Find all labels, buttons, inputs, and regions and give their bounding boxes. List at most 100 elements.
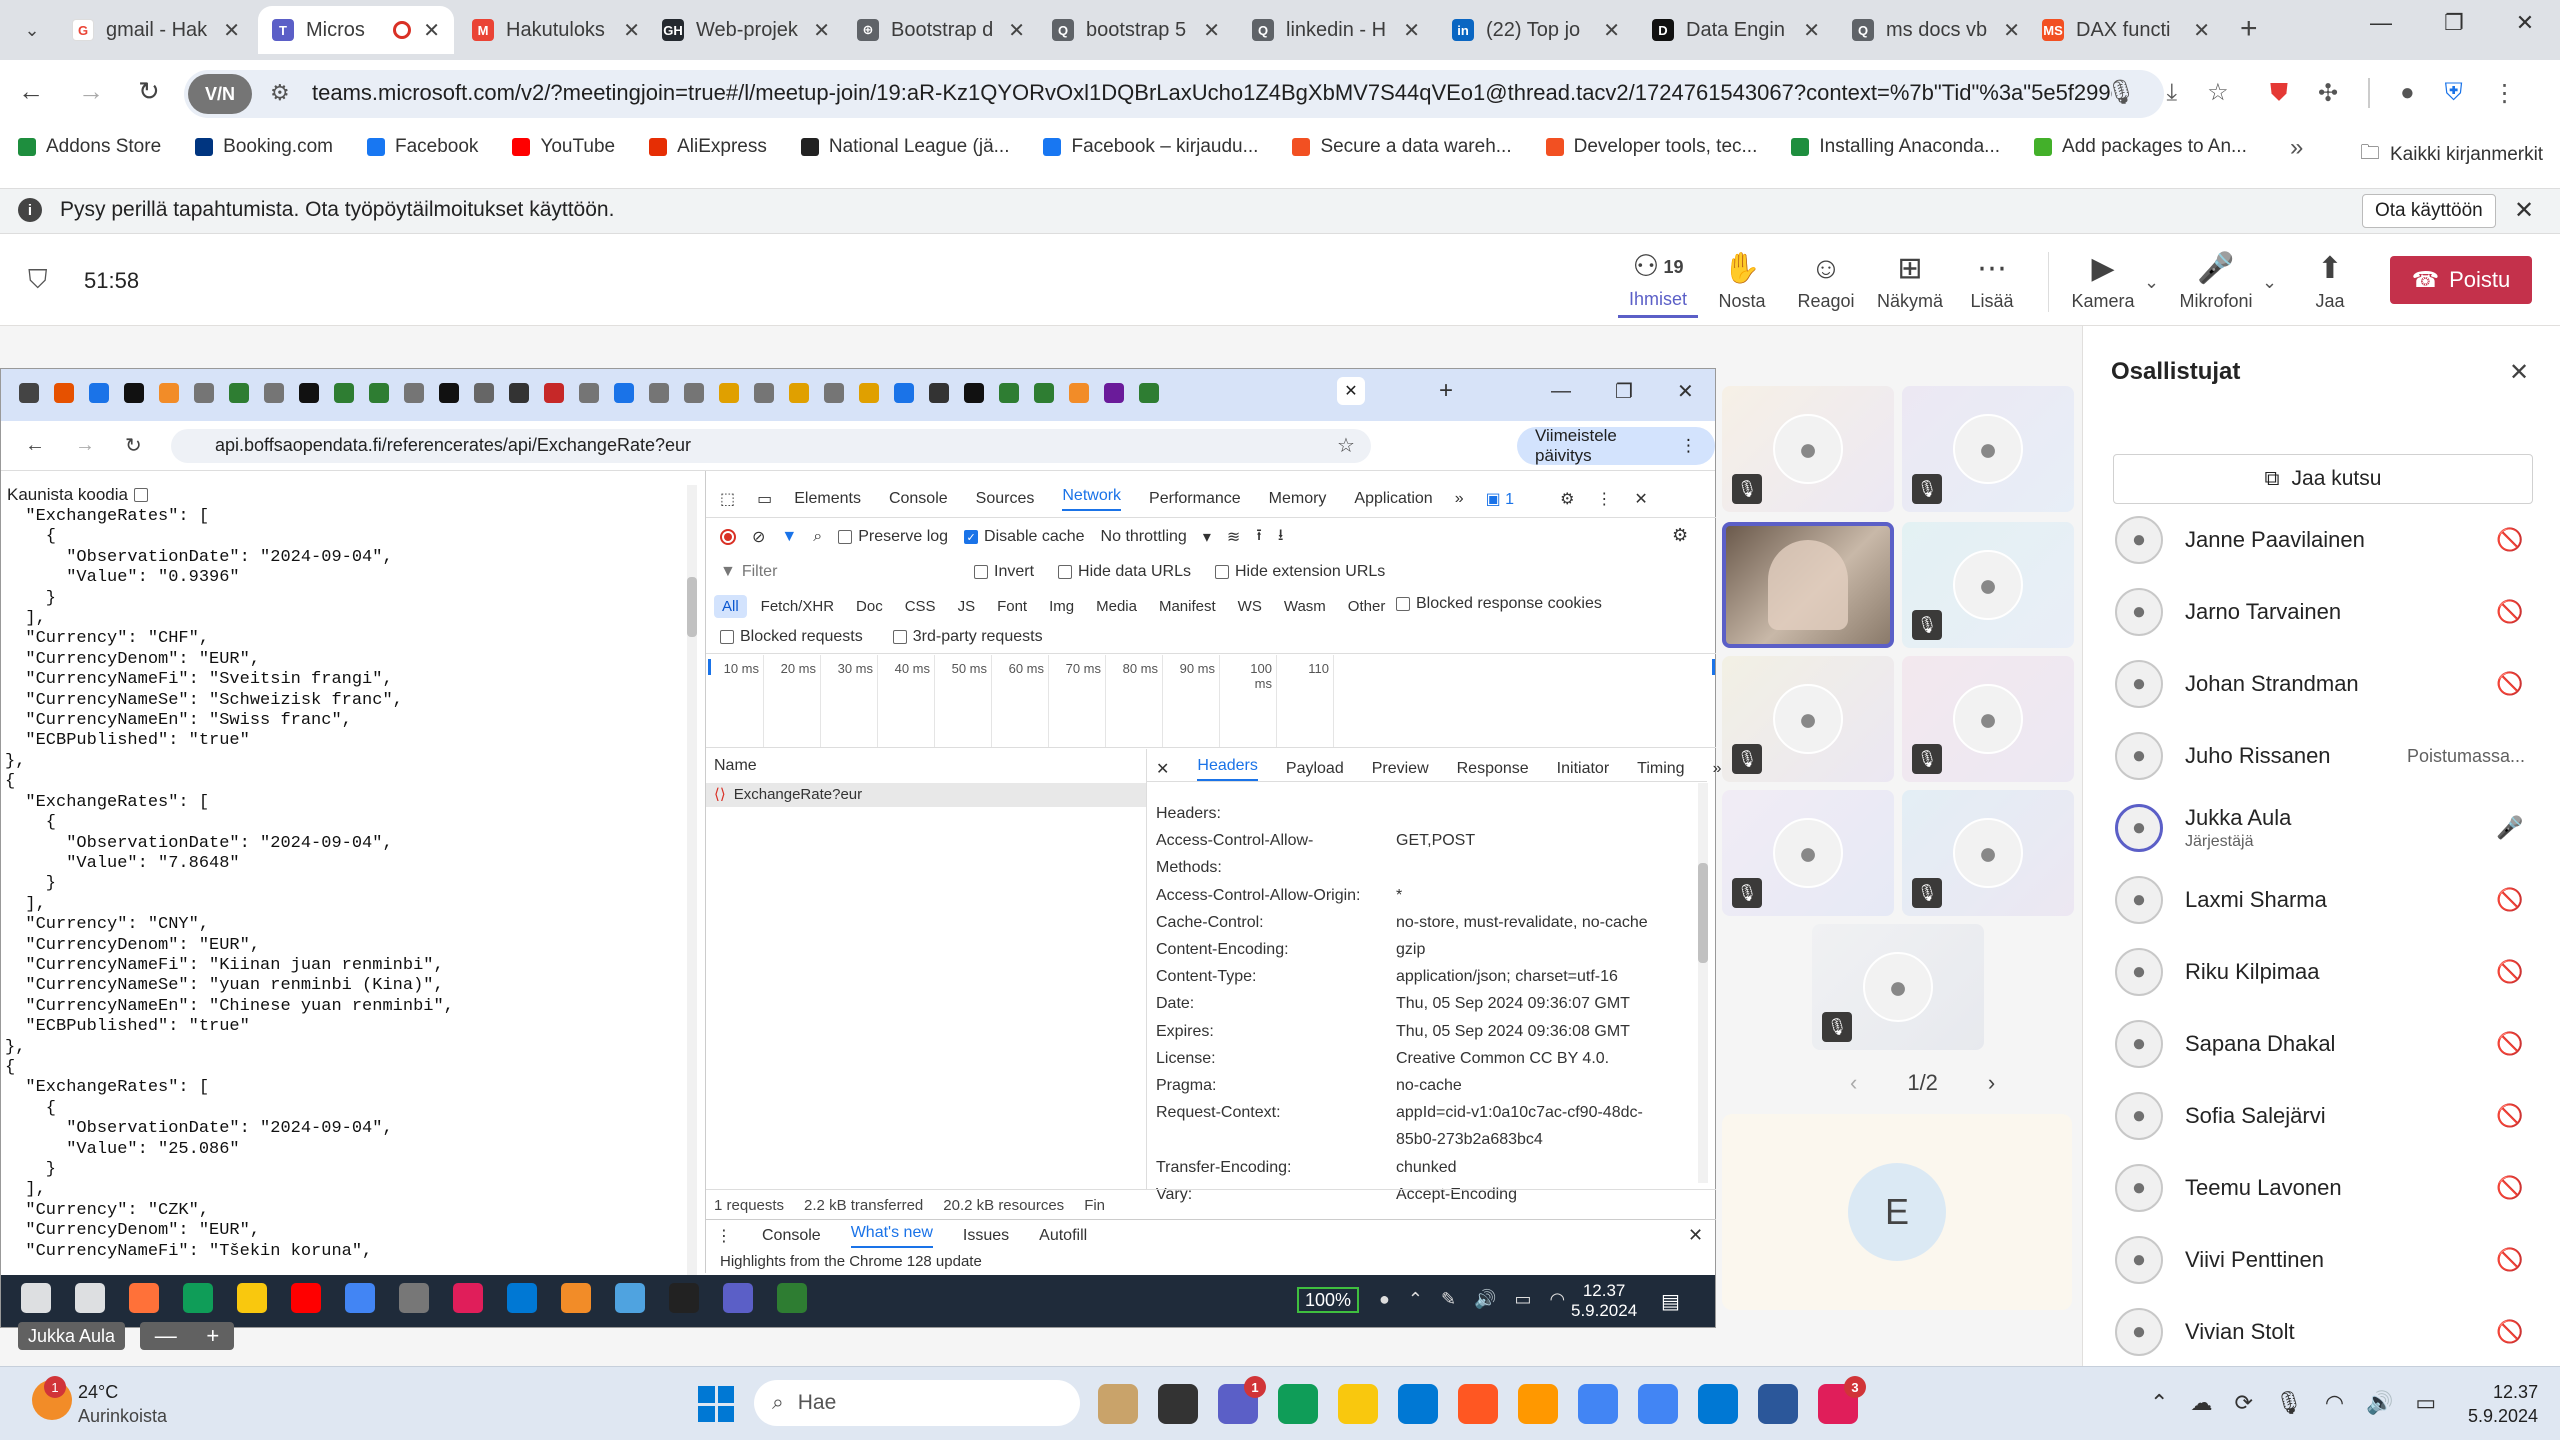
participant-row[interactable]: ● Vivian Stolt 🚫 [2115,1296,2525,1368]
slack-icon[interactable]: 3 [1818,1376,1866,1424]
bookmark-item[interactable]: National League (jä... [800,136,1009,158]
participant-row[interactable]: ● Johan Strandman 🚫 [2115,648,2525,720]
tab-search-icon[interactable]: ⌄ [18,16,46,44]
browser-tab[interactable]: D Data Engin ✕ [1638,6,1834,54]
bookmark-item[interactable]: Secure a data wareh... [1292,136,1512,158]
microphone-icon[interactable]: 🎙 [2106,78,2136,107]
wifi-icon[interactable]: ◠ [2325,1390,2344,1416]
weather-icon[interactable]: 1 [32,1376,72,1420]
browser-tab[interactable]: MS DAX functi ✕ [2028,6,2224,54]
participant-tile-e[interactable]: E [1722,1114,2072,1310]
bookmark-item[interactable]: Add packages to An... [2034,136,2247,158]
shield-extension-icon[interactable]: ⛨ [2445,79,2463,107]
edge-icon[interactable] [1278,1384,1318,1424]
tab-close-icon[interactable]: ✕ [1008,18,1025,43]
tab-close-icon[interactable]: ✕ [1403,18,1420,43]
participant-video-tile[interactable]: ● 🎙 [1902,522,2074,648]
bookmark-item[interactable]: AliExpress [649,136,767,158]
mic-options-icon[interactable]: ⌄ [2262,272,2277,293]
adblock-icon[interactable]: ⛊ [2270,79,2288,107]
participant-row[interactable]: ● Janne Paavilainen 🚫 [2115,504,2525,576]
bookmark-item[interactable]: Facebook [366,136,478,158]
browser-tab[interactable]: Qbootstrap 5 ✕ [1038,6,1234,54]
browser-tab[interactable]: ⊕ Bootstrap d ✕ [843,6,1039,54]
zoom-in-icon[interactable]: + [206,1323,219,1349]
account-icon[interactable]: ● [2400,79,2415,107]
reload-icon[interactable]: ↻ [138,76,160,107]
bookmark-item[interactable]: YouTube [512,136,615,158]
participant-video-tile[interactable]: ● 🎙 [1902,656,2074,782]
tray-mic-icon[interactable]: 🎙 [2275,1390,2303,1416]
participant-video-tile[interactable] [1722,522,1894,648]
vscode-icon[interactable] [1698,1384,1738,1424]
mic-off-icon[interactable]: 🚫 [2495,1319,2525,1345]
react-button[interactable]: ☺ Reagoi [1790,246,1862,318]
participant-row[interactable]: ● Riku Kilpimaa 🚫 [2115,936,2525,1008]
url-text[interactable]: teams.microsoft.com/v2/?meetingjoin=true… [312,80,2112,106]
taskbar-search[interactable]: ⌕ Hae [754,1380,1080,1426]
restore-icon[interactable]: ❐ [2444,10,2464,36]
volume-icon[interactable]: 🔊 [2366,1390,2393,1416]
tab-close-icon[interactable]: ✕ [423,18,440,43]
bookmark-item[interactable]: Installing Anaconda... [1791,136,2000,158]
mic-off-icon[interactable]: 🚫 [2495,671,2525,697]
onedrive-icon[interactable]: ☁ [2190,1390,2212,1416]
raise-hand-button[interactable]: ✋ Nosta [1706,246,1778,318]
menu-dots-icon[interactable]: ⋮ [2493,79,2517,108]
view-button[interactable]: ⊞ Näkymä [1874,246,1946,318]
share-invite-button[interactable]: ⧉ Jaa kutsu [2113,454,2533,504]
all-bookmarks[interactable]: 🗀 Kaikki kirjanmerkit [2360,138,2543,172]
share-button[interactable]: ⬆ Jaa [2294,246,2366,318]
prev-page-icon[interactable]: ‹ [1850,1070,1857,1096]
participant-row[interactable]: ● Juho Rissanen Poistumassa... [2115,720,2525,792]
start-icon[interactable] [698,1386,734,1422]
widgets-icon[interactable] [1098,1384,1138,1424]
camera-button[interactable]: ▶︎ Kamera [2066,246,2140,318]
tab-close-icon[interactable]: ✕ [623,18,640,43]
browser-tab[interactable]: GH Web-projek ✕ [648,6,844,54]
app-icon[interactable] [1518,1384,1558,1424]
participant-video-tile[interactable]: ● 🎙 [1722,656,1894,782]
tab-close-icon[interactable]: ✕ [2193,18,2210,43]
store-icon[interactable] [1398,1384,1438,1424]
mic-off-icon[interactable]: 🚫 [2495,1247,2525,1273]
bookmark-item[interactable]: Facebook – kirjaudu... [1043,136,1258,158]
close-window-icon[interactable]: ✕ [2516,10,2534,36]
tab-close-icon[interactable]: ✕ [2003,18,2020,43]
tab-close-icon[interactable]: ✕ [1203,18,1220,43]
participant-video-tile[interactable]: ● 🎙 [1722,790,1894,916]
mic-on-icon[interactable]: 🎤 [2495,815,2525,841]
participant-row[interactable]: ● Teemu Lavonen 🚫 [2115,1152,2525,1224]
people-button[interactable]: ⚇ 19 Ihmiset [1618,246,1698,318]
chrome-dev-icon[interactable] [1578,1384,1618,1424]
next-page-icon[interactable]: › [1988,1070,1995,1096]
clock[interactable]: 12.37 5.9.2024 [2468,1380,2538,1428]
browser-tab[interactable]: Qlinkedin - H ✕ [1238,6,1434,54]
participant-video-tile[interactable]: ● 🎙 [1902,386,2074,512]
mic-off-icon[interactable]: 🚫 [2495,1031,2525,1057]
infobar-close-icon[interactable]: ✕ [2514,196,2534,225]
bookmark-item[interactable]: Booking.com [195,136,333,158]
participant-row[interactable]: ● Jukka Aula Järjestäjä 🎤 [2115,792,2525,864]
close-panel-icon[interactable]: ✕ [2509,358,2529,387]
participant-row[interactable]: ● Laxmi Sharma 🚫 [2115,864,2525,936]
brave-icon[interactable] [1458,1384,1498,1424]
mic-off-icon[interactable]: 🚫 [2495,887,2525,913]
bookmark-star-icon[interactable]: ☆ [2207,78,2229,107]
enable-notifications-button[interactable]: Ota käyttöön [2362,194,2496,228]
sync-icon[interactable]: ⟳ [2234,1390,2252,1416]
battery-icon[interactable]: ▭ [2415,1390,2436,1416]
more-bookmarks-icon[interactable]: » [2290,134,2303,162]
browser-tab[interactable]: M Hakutuloks ✕ [458,6,654,54]
browser-tab[interactable]: T Micros ✕ [258,6,454,54]
tab-close-icon[interactable]: ✕ [223,18,240,43]
microphone-button[interactable]: 🎤 Mikrofoni [2174,246,2258,318]
task-view-icon[interactable] [1158,1384,1198,1424]
tab-close-icon[interactable]: ✕ [1803,18,1820,43]
leave-button[interactable]: ☎ Poistu [2390,256,2532,304]
new-tab-icon[interactable]: + [2240,12,2258,46]
participant-video-tile[interactable]: ● 🎙 [1812,924,1984,1050]
participant-row[interactable]: ● Viivi Penttinen 🚫 [2115,1224,2525,1296]
bookmark-item[interactable]: Addons Store [18,136,161,158]
participant-row[interactable]: ● Sapana Dhakal 🚫 [2115,1008,2525,1080]
